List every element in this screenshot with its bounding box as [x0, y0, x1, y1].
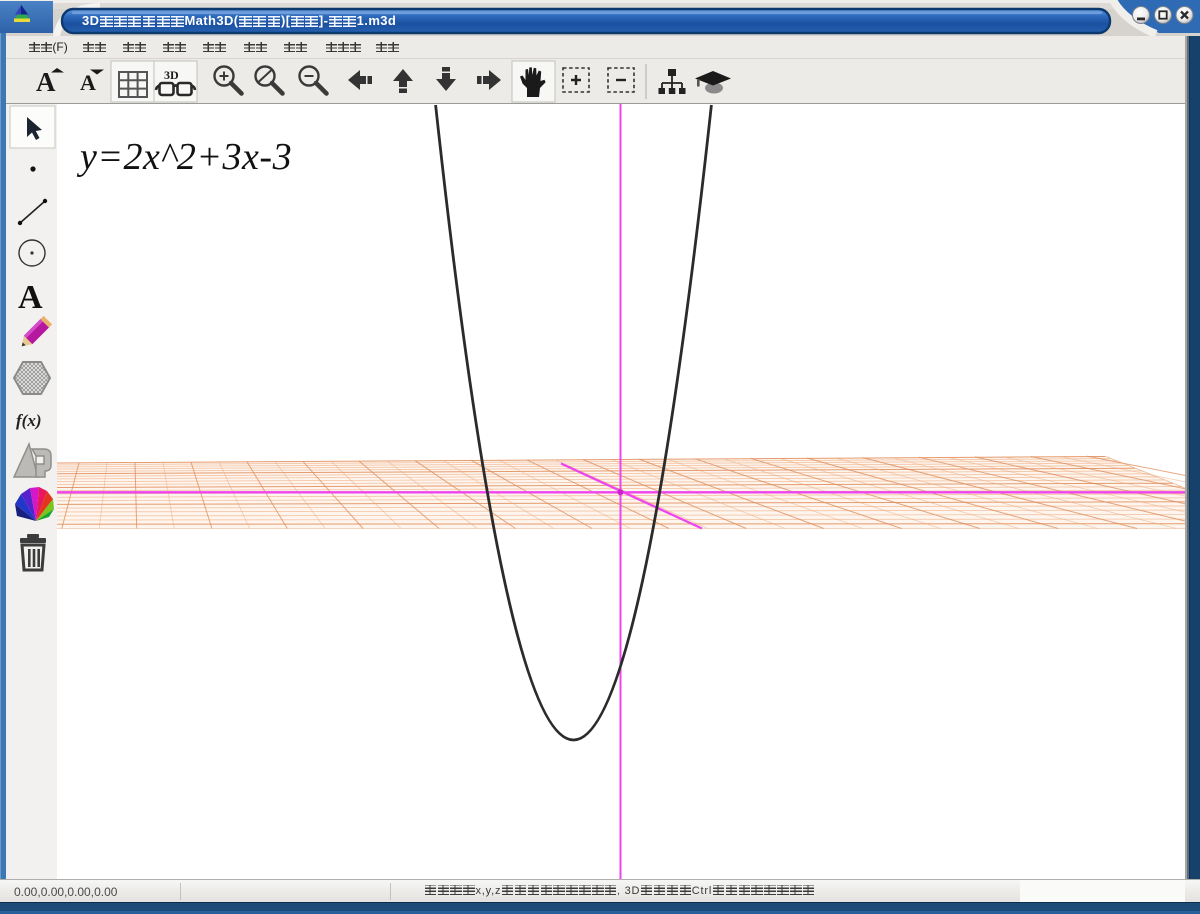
svg-text:f(x): f(x) [16, 411, 41, 430]
svg-text:A: A [80, 70, 96, 95]
svg-text:A: A [18, 279, 43, 316]
svg-text:3D: 3D [164, 68, 179, 82]
